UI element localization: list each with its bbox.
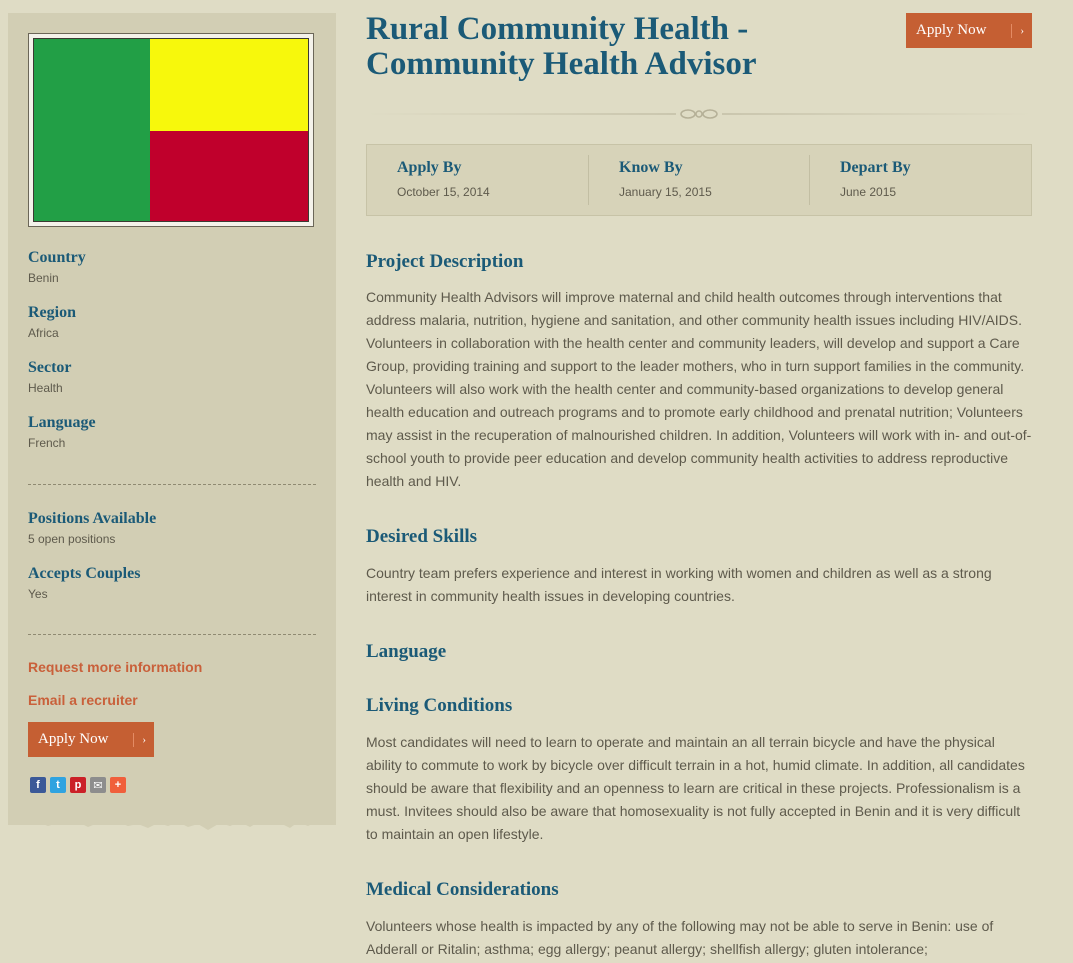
fact-value: 5 open positions: [28, 532, 116, 546]
section-title-medical: Medical Considerations: [366, 879, 559, 900]
date-value: January 15, 2015: [619, 185, 712, 199]
email-recruiter-link[interactable]: Email a recruiter: [28, 692, 138, 708]
fact-country: Country Benin: [28, 249, 318, 285]
facebook-icon[interactable]: f: [30, 777, 46, 793]
fact-value: French: [28, 436, 66, 450]
fact-label: Positions Available: [28, 510, 157, 527]
fact-label: Country: [28, 249, 86, 266]
fact-couples: Accepts Couples Yes: [28, 565, 318, 601]
date-depart-by: Depart By June 2015: [840, 145, 911, 215]
sidebar-divider: [28, 634, 316, 635]
date-apply-by: Apply By October 15, 2014: [397, 145, 490, 215]
fact-region: Region Africa: [28, 304, 318, 340]
section-title-project: Project Description: [366, 251, 524, 272]
section-title-living: Living Conditions: [366, 695, 513, 716]
fact-label: Region: [28, 304, 76, 321]
medical-considerations-text: Volunteers whose health is impacted by a…: [366, 918, 994, 957]
header-apply-button[interactable]: Apply Now ›: [906, 13, 1032, 48]
page-title: Rural Community Health - Community Healt…: [366, 11, 757, 82]
date-label: Apply By: [397, 159, 462, 176]
key-dates-panel: Apply By October 15, 2014 Know By Januar…: [366, 144, 1032, 216]
fact-label: Language: [28, 414, 96, 431]
fact-language: Language French: [28, 414, 318, 450]
section-title-skills: Desired Skills: [366, 526, 478, 547]
twitter-icon[interactable]: t: [50, 777, 66, 793]
flag-yellow-band: [150, 39, 308, 131]
fact-value: Health: [28, 381, 63, 395]
position-facts: Positions Available 5 open positions Acc…: [28, 510, 318, 620]
living-conditions-text: Most candidates will need to learn to op…: [366, 734, 1025, 842]
date-know-by: Know By January 15, 2015: [619, 145, 712, 215]
date-label: Depart By: [840, 159, 911, 176]
fact-value: Africa: [28, 326, 59, 340]
fact-value: Benin: [28, 271, 59, 285]
desired-skills-text: Country team prefers experience and inte…: [366, 565, 992, 604]
fact-label: Sector: [28, 359, 72, 376]
benin-flag-image: [33, 38, 309, 222]
request-info-link[interactable]: Request more information: [28, 659, 202, 675]
social-share-bar: f t p ✉ +: [30, 777, 126, 793]
button-separator: [1011, 23, 1013, 38]
fact-sector: Sector Health: [28, 359, 318, 395]
section-title-language: Language: [366, 641, 447, 662]
fact-value: Yes: [28, 587, 48, 601]
sidebar-torn-edge: [8, 812, 336, 830]
fact-label: Accepts Couples: [28, 565, 141, 582]
more-icon[interactable]: +: [110, 777, 126, 793]
country-flag-frame: [28, 33, 314, 227]
sidebar: Country Benin Region Africa Sector Healt…: [8, 13, 336, 825]
apply-button-label: Apply Now: [38, 731, 109, 747]
button-separator: [133, 732, 135, 747]
date-divider: [809, 155, 810, 205]
fact-positions: Positions Available 5 open positions: [28, 510, 318, 546]
project-description-text: Community Health Advisors will improve m…: [366, 289, 1032, 489]
flag-green-band: [34, 39, 150, 221]
apply-button-label: Apply Now: [916, 22, 987, 38]
project-facts: Country Benin Region Africa Sector Healt…: [28, 249, 318, 469]
date-label: Know By: [619, 159, 683, 176]
flag-red-band: [150, 131, 308, 221]
date-value: June 2015: [840, 185, 897, 199]
chevron-right-icon: ›: [142, 733, 146, 746]
sidebar-divider: [28, 484, 316, 485]
pinterest-icon[interactable]: p: [70, 777, 86, 793]
sidebar-apply-button[interactable]: Apply Now ›: [28, 722, 154, 757]
ornament-divider-icon: [366, 109, 1032, 119]
email-icon[interactable]: ✉: [90, 777, 106, 793]
chevron-right-icon: ›: [1020, 24, 1024, 37]
date-value: October 15, 2014: [397, 185, 490, 199]
date-divider: [588, 155, 589, 205]
